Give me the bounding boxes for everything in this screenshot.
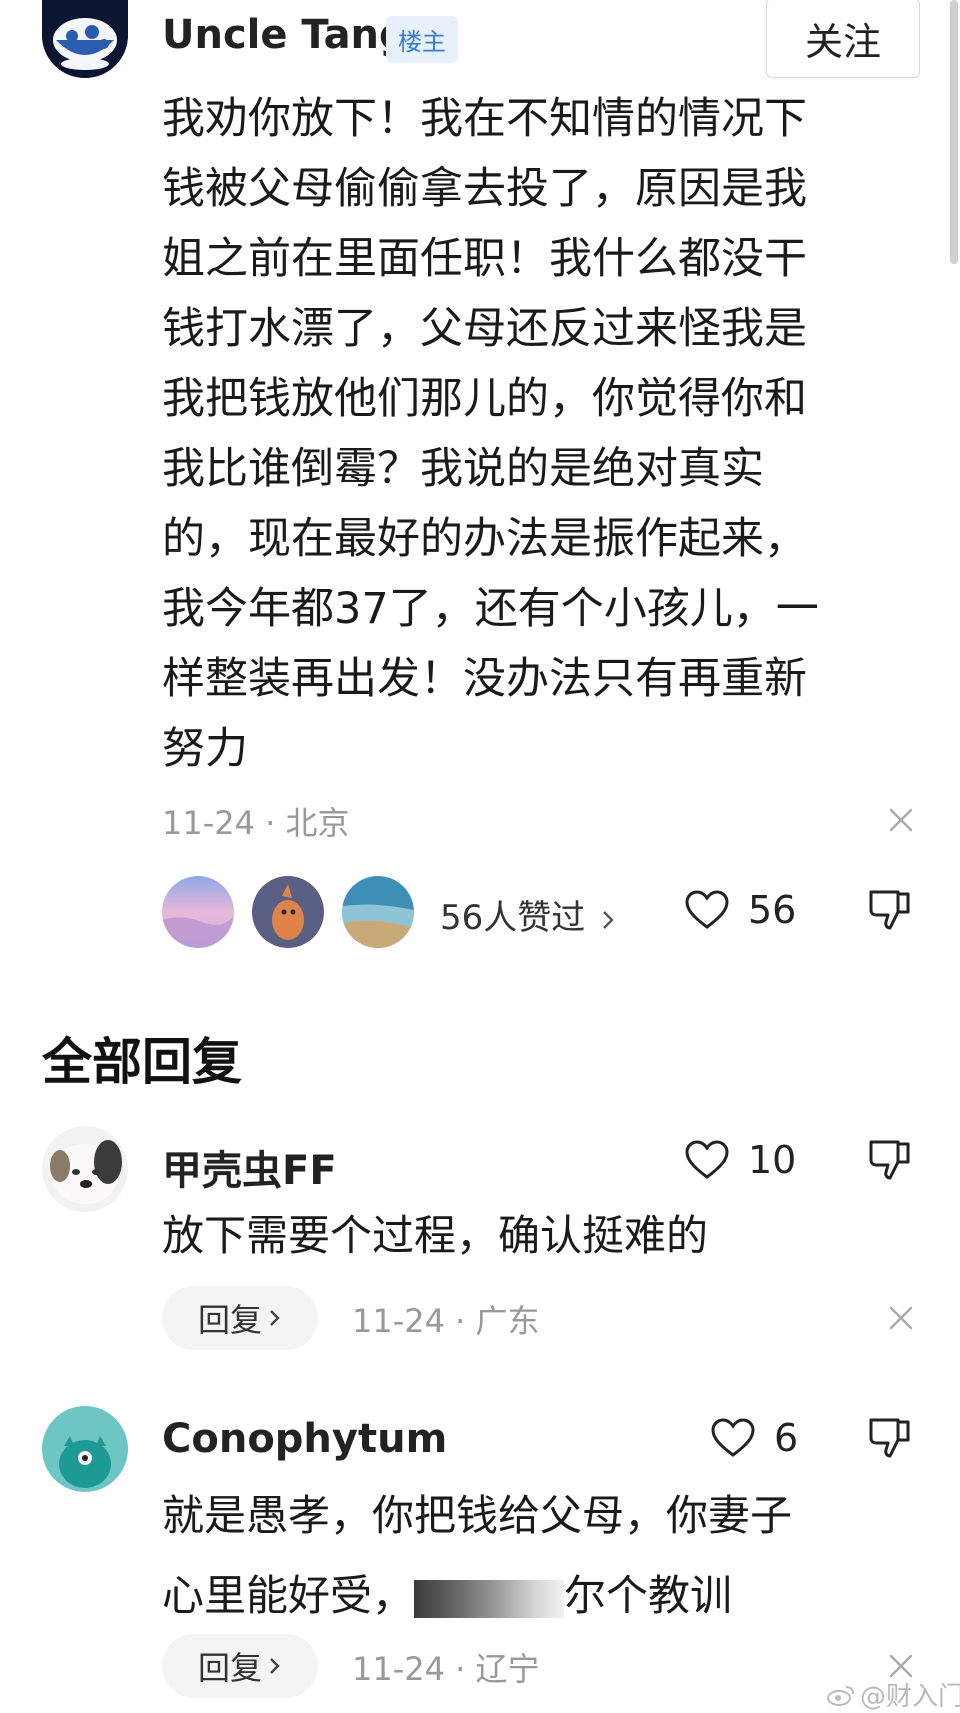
meta-separator: · <box>444 1302 476 1340</box>
reply-avatar[interactable] <box>42 1126 128 1212</box>
thumbs-down-outline-icon <box>869 1140 910 1180</box>
reply-body-line: 放下需要个过程，确认挺难的 <box>162 1211 709 1260</box>
reply-avatar[interactable] <box>42 1406 128 1492</box>
likers-text: 56人赞过 <box>440 898 586 938</box>
reply-date: 11-24 <box>352 1302 445 1340</box>
like-button[interactable]: 56 <box>684 888 796 932</box>
meta-separator: · <box>444 1650 476 1688</box>
reply-body-line: 就是愚孝，你把钱给父母，你妻子 <box>162 1491 793 1540</box>
op-body-line: 姐之前在里面任职！我什么都没干 <box>162 234 807 284</box>
reply-button-label: 回复 <box>197 1301 262 1339</box>
thumbs-down-outline-icon <box>869 890 910 930</box>
censor-mosaic <box>414 1579 565 1618</box>
like-button[interactable]: 10 <box>684 1138 796 1182</box>
op-body-line: 钱打水漂了，父母还反过来怪我是 <box>162 304 807 354</box>
reply-body: 放下需要个过程，确认挺难的 <box>162 1196 708 1276</box>
weibo-logo-icon <box>827 1685 854 1706</box>
chevron-right-icon <box>603 910 614 929</box>
like-count: 10 <box>748 1138 797 1182</box>
chevron-right-icon <box>270 1658 280 1674</box>
op-body-line: 我把钱放他们那儿的，你觉得你和 <box>162 374 807 424</box>
op-date: 11-24 <box>162 804 255 842</box>
like-count: 56 <box>748 888 797 932</box>
reply-location: 广东 <box>475 1302 540 1340</box>
close-icon[interactable] <box>889 808 913 836</box>
reply-body-line: 心里能好受， 尔个教训 <box>162 1556 792 1636</box>
heart-outline-icon <box>685 890 729 929</box>
op-body-line: 我今年都37了，还有个小孩儿，一 <box>162 584 819 634</box>
op-body-line: 的，现在最好的办法是振作起来， <box>162 514 807 564</box>
op-body-line: 我劝你放下！我在不知情的情况下 <box>162 94 807 144</box>
reply-button[interactable]: 回复 <box>162 1634 318 1698</box>
reply-meta: 11-24 · 广东 <box>352 1296 540 1342</box>
op-meta: 11-24 · 北京 <box>162 798 350 844</box>
like-button[interactable]: 6 <box>710 1416 798 1460</box>
heart-outline-icon <box>685 1140 729 1179</box>
op-body-line: 我比谁倒霉？我说的是绝对真实 <box>162 444 764 494</box>
op-body-line: 努力 <box>162 724 248 774</box>
reply-location: 辽宁 <box>475 1650 540 1688</box>
reply-button-label: 回复 <box>197 1649 262 1687</box>
likers-link[interactable]: 56人赞过 <box>440 890 616 939</box>
thumbs-down-outline-icon <box>869 1418 910 1458</box>
op-avatar[interactable] <box>42 0 128 78</box>
op-body-line: 钱被父母偷偷拿去投了，原因是我 <box>162 164 807 214</box>
op-badge: 楼主 <box>386 16 458 63</box>
reply-body-text: 心里能好受， <box>162 1571 415 1620</box>
op-location: 北京 <box>285 804 350 842</box>
op-body-line: 样整装再出发！没办法只有再重新 <box>162 654 807 704</box>
liker-avatar[interactable] <box>252 876 324 948</box>
watermark-text: @财入门 <box>860 1682 960 1712</box>
reply-button[interactable]: 回复 <box>162 1286 318 1350</box>
meta-separator: · <box>254 804 286 842</box>
reply-username[interactable]: Conophytum <box>162 1416 447 1462</box>
reply-username[interactable]: 甲壳虫FF <box>162 1138 337 1196</box>
dislike-button[interactable] <box>868 888 912 936</box>
close-icon[interactable] <box>889 1306 913 1334</box>
dislike-button[interactable] <box>868 1416 912 1464</box>
chevron-right-icon <box>270 1310 280 1326</box>
scrollbar-thumb[interactable] <box>950 0 958 264</box>
replies-section-title: 全部回复 <box>42 1033 242 1091</box>
like-count: 6 <box>774 1416 799 1460</box>
heart-outline-icon <box>711 1418 755 1457</box>
watermark: @财入门 <box>826 1676 960 1713</box>
liker-avatar[interactable] <box>162 876 234 948</box>
liker-avatar[interactable] <box>342 876 414 948</box>
reply-body: 就是愚孝，你把钱给父母，你妻子 心里能好受， 尔个教训 <box>162 1476 792 1636</box>
follow-button[interactable]: 关注 <box>766 0 920 78</box>
op-body: 我劝你放下！我在不知情的情况下 钱被父母偷偷拿去投了，原因是我 姐之前在里面任职… <box>162 84 902 784</box>
reply-meta: 11-24 · 辽宁 <box>352 1644 540 1690</box>
op-username[interactable]: Uncle Tang <box>162 12 408 58</box>
reply-date: 11-24 <box>352 1650 445 1688</box>
dislike-button[interactable] <box>868 1138 912 1186</box>
reply-body-text: 尔个教训 <box>564 1571 733 1620</box>
